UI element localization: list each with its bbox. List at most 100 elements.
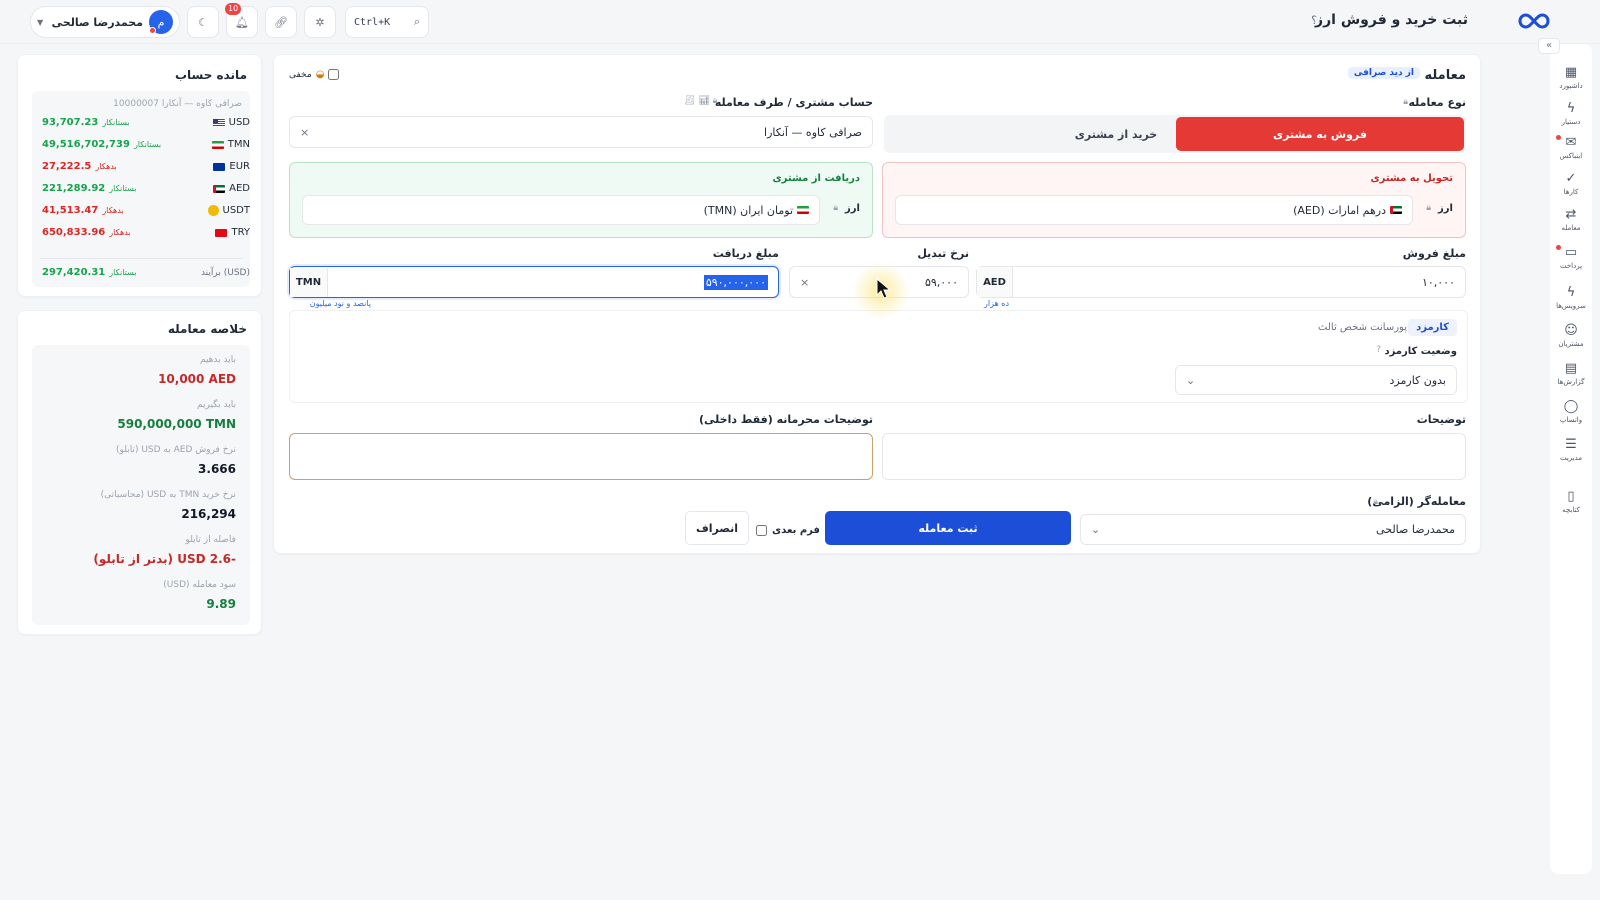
fee-tab[interactable]: کارمزد [1408,319,1457,336]
private-notes-textarea[interactable] [289,433,873,480]
moon-icon: ☾ [198,15,208,29]
balance-row: 49,516,702,739 بستانکار TMN [42,139,250,150]
balance-total-label: برآیند (USD) [200,267,250,278]
balance-account: صرافی کاوه — آنکارا 10000007 [113,99,242,109]
account-value: صرافی کاوه — آنکارا [764,125,862,139]
account-select[interactable]: صرافی کاوه — آنکارا × [289,116,873,148]
balance-currency: EUR [229,161,250,172]
rail-item-7[interactable]: ☺ مشتریان [1550,322,1592,349]
next-form-option: فرم بعدی [756,525,820,536]
balance-row: 221,289.92 بستانکار AED [42,183,250,194]
rail-item-11[interactable]: ▯ کتابچه [1550,488,1592,515]
account-icons: 🧾︎ 📊︎ 🔒︎ [684,96,717,106]
balance-row: 41,513.47 بدهکار USDT [42,205,250,216]
balance-total-status: بستانکار [109,268,137,277]
summary-value: 590,000,000 TMN [117,417,236,431]
rail-item-10[interactable]: ☰ مدیریت [1550,436,1592,463]
trader-label: معامله‌گر (الزامی) [1367,495,1466,508]
payment-icon: ▭ [1550,244,1592,262]
trader-select[interactable]: محمدرضا صالحی ⌄ [1080,514,1466,545]
link-button[interactable]: 🔗︎ [265,6,297,38]
fee-status-value: بدون کارمزد [1389,373,1446,387]
buy-from-customer-button[interactable]: خرید از مشتری [1066,117,1166,151]
notifications-button[interactable]: 🔔︎ 10 [225,3,258,38]
fee-status-select[interactable]: بدون کارمزد ⌄ [1175,365,1457,395]
sell-to-customer-button[interactable]: فروش به مشتری [1176,117,1464,151]
rail-item-1[interactable]: ϟ دستیار [1550,100,1592,127]
balance-value: 93,707.23 [42,117,99,128]
brand-logo-icon[interactable] [1516,10,1552,32]
submit-trade-button[interactable]: ثبت معامله [825,511,1071,545]
notes-textarea[interactable] [882,433,1466,480]
rail-item-9[interactable]: ◯ واتساپ [1550,398,1592,425]
balance-status: بستانکار [102,118,130,127]
cancel-button[interactable]: انصراف [685,511,749,545]
summary-label: باید بگیریم [197,400,236,410]
balance-currency: AED [229,183,250,194]
commission-tab[interactable]: پورسانت شخص ثالث [1318,322,1407,333]
rail-item-label: کتابچه [1562,506,1580,514]
receive-box: دریافت از مشتری ارز 🔒︎ تومان ایران (TMN) [289,162,873,238]
summary-value: -2.6 USD (بدتر از تابلو) [93,552,236,566]
trader-value: محمدرضا صالحی [1376,523,1455,536]
receive-amount-words: پانصد و نود میلیون [309,299,371,308]
hidden-checkbox[interactable] [328,69,340,80]
theme-toggle-button[interactable]: ☾ [187,6,219,38]
eu-flag-icon [213,162,226,171]
summary-label: نرخ خرید TMN به USD (محاسباتی) [100,490,236,500]
balance-total-value: 297,420.31 [42,267,106,278]
deliver-currency-value: درهم امارات (AED) [1293,203,1386,217]
bell-icon: 🔔︎ [235,15,249,29]
help-icon[interactable]: ؟ [1311,14,1317,27]
bug-icon: ✲ [315,15,325,29]
help-icon[interactable]: ? [1376,345,1381,355]
user-menu[interactable]: م محمدرضا صالحی ▼ [30,6,180,38]
uae-flag-icon [1390,206,1402,214]
rail-item-label: پرداخت [1559,262,1583,270]
sell-amount-field[interactable]: ۱۰,۰۰۰ AED [976,266,1466,298]
balance-value: 49,516,702,739 [42,139,130,150]
rail-item-0[interactable]: ▦ داشبورد [1550,64,1592,91]
rail-item-label: معامله [1561,224,1581,232]
collapse-rail-button[interactable]: « [1538,38,1560,54]
rail-item-3[interactable]: ✓ کارها [1550,170,1592,197]
divider [40,258,242,259]
balance-row: 93,707.23 بستانکار USD [42,117,250,128]
search-icon: ⌕ [413,15,420,28]
rail-item-4[interactable]: ⇄ معامله [1550,206,1592,233]
summary-card: خلاصه معامله باید بدهیم 10,000 AED باید بگ… [17,310,262,635]
customers-icon: ☺ [1564,323,1578,338]
link-icon: 🔗︎ [274,15,288,29]
view-badge: از دید صرافی [1347,67,1420,79]
rail-item-label: سرویس‌ها [1556,302,1586,310]
next-form-checkbox[interactable] [756,525,767,536]
balance-status: بدهکار [109,228,131,237]
chart-icon[interactable]: 📊︎ [698,96,709,106]
deliver-currency-select[interactable]: درهم امارات (AED) [895,195,1413,225]
debug-button[interactable]: ✲ [304,6,336,38]
fee-box: کارمزد پورسانت شخص ثالث وضعیت کارمزد ? ب… [289,310,1468,403]
balance-status: بستانکار [133,140,162,149]
rail-item-label: داشبورد [1559,82,1583,90]
notification-badge: 10 [225,3,242,15]
chevron-down-icon: ▼ [37,17,44,27]
clear-icon[interactable]: × [300,126,309,139]
receive-amount-value: ۵۹۰,۰۰۰,۰۰۰ [703,274,768,290]
rail-item-8[interactable]: ▤ گزارش‌ها [1550,360,1592,387]
lock-icon: 🔒︎ [712,96,718,106]
receive-currency-select[interactable]: تومان ایران (TMN) [302,195,820,225]
search-button[interactable]: Ctrl+K ⌕ [345,6,429,38]
notes-label: توضیحات [1416,413,1466,426]
rail-item-5[interactable]: ▭ پرداخت [1550,244,1592,271]
rail-item-2[interactable]: ✉ اینباکس [1550,134,1592,161]
rail-item-label: مشتریان [1558,340,1584,348]
receive-amount-field[interactable]: ۵۹۰,۰۰۰,۰۰۰ TMN [289,266,779,298]
receipt-icon[interactable]: 🧾︎ [684,96,695,106]
balance-value: 650,833.96 [42,227,106,238]
rail-item-6[interactable]: ϟ سرویس‌ها [1550,284,1592,311]
summary-label: نرخ فروش AED به USD (تابلو) [116,445,236,455]
balance-status: بستانکار [109,184,137,193]
receive-unit: TMN [290,267,328,297]
summary-label: فاصله از تابلو [185,535,236,545]
settings-icon: ☰ [1565,437,1577,452]
